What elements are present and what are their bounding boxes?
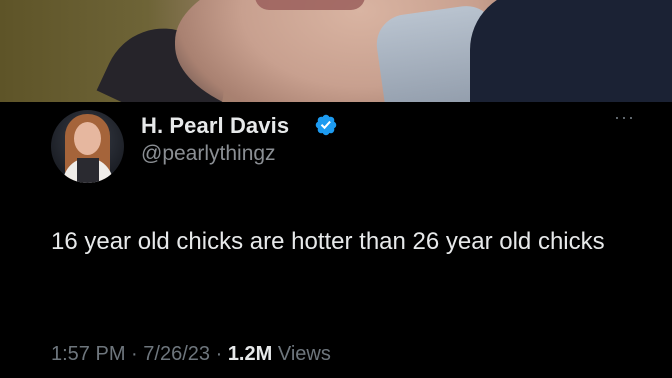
tweet-header: H. Pearl Davis @pearlythingz ··· xyxy=(0,102,672,183)
avatar[interactable] xyxy=(51,110,124,183)
photo-jacket xyxy=(470,0,672,102)
avatar-face xyxy=(74,122,101,155)
avatar-top xyxy=(77,158,99,183)
header-photo xyxy=(0,0,672,102)
tweet-text: 16 year old chicks are hotter than 26 ye… xyxy=(51,228,605,255)
meta-separator: · xyxy=(215,343,223,365)
tweet-date[interactable]: 7/26/23 xyxy=(143,343,210,365)
views-label: Views xyxy=(277,343,331,365)
tweet-meta: 1:57 PM · 7/26/23 · 1.2M Views xyxy=(51,343,331,366)
meta-separator: · xyxy=(131,343,138,365)
verified-badge-icon xyxy=(315,114,337,136)
display-name[interactable]: H. Pearl Davis xyxy=(141,113,289,139)
tweet-time[interactable]: 1:57 PM xyxy=(51,343,125,365)
user-handle[interactable]: @pearlythingz xyxy=(141,142,276,166)
more-options-icon[interactable]: ··· xyxy=(614,108,635,126)
views-count[interactable]: 1.2M xyxy=(228,343,272,365)
photo-lips xyxy=(255,0,365,10)
